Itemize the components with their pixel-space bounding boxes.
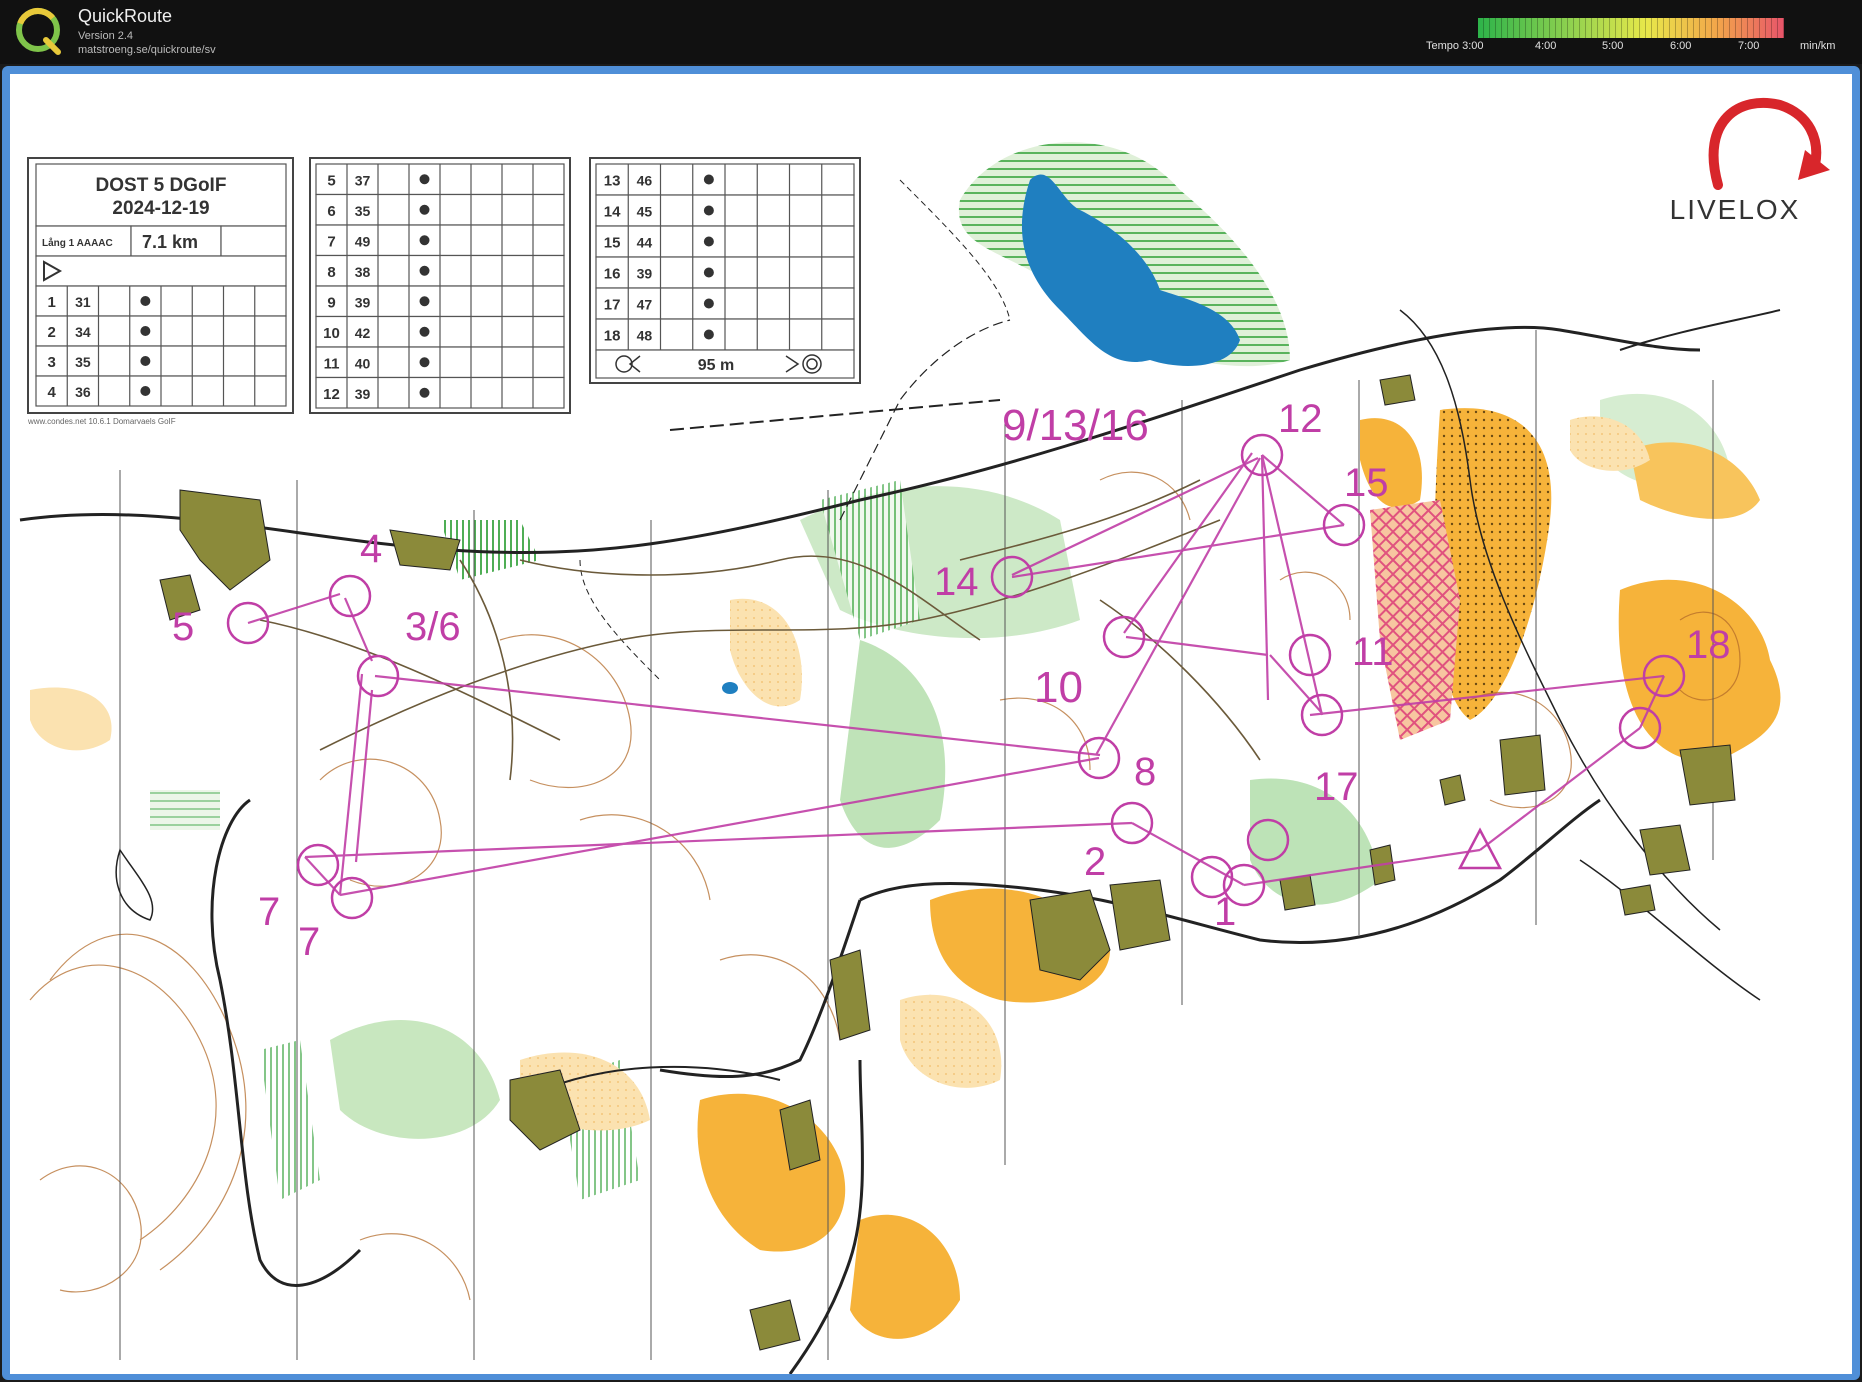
card-finish-distance: 95 m [698, 357, 734, 374]
card-control-number: 5 [327, 172, 335, 189]
card-control-number: 10 [323, 325, 340, 342]
control-label-10: 10 [1034, 663, 1083, 712]
card-control-number: 11 [324, 355, 340, 372]
pace-tick-label: 6:00 [1670, 40, 1692, 52]
control-label-11: 11 [1352, 630, 1394, 674]
card-control-code: 38 [355, 264, 371, 280]
card-feature-symbol-icon [140, 296, 151, 306]
card-feature-symbol-icon [703, 174, 714, 185]
card-feature-symbol-icon [419, 235, 430, 246]
card-control-code: 42 [355, 325, 371, 341]
card-feature-symbol-icon [703, 298, 714, 309]
control-label-15: 15 [1344, 461, 1389, 505]
pace-prefix-label: Tempo 3:00 [1426, 40, 1484, 52]
card-feature-symbol-icon [419, 326, 430, 337]
control-label-7: 7 [258, 890, 280, 934]
card-control-number: 2 [47, 324, 55, 341]
quickroute-logo-icon [16, 7, 61, 55]
card-control-code: 37 [355, 172, 371, 188]
card-control-number: 16 [604, 266, 621, 283]
control-label-8: 8 [1134, 750, 1156, 794]
card-control-number: 9 [327, 294, 335, 311]
control-label-1: 1 [1214, 890, 1236, 934]
app-header: QuickRoute Version 2.4 matstroeng.se/qui… [0, 0, 1862, 64]
card-feature-symbol-icon [419, 174, 430, 185]
control-label-9-13-16: 9/13/16 [1002, 401, 1149, 450]
card-control-number: 14 [604, 204, 621, 221]
pace-tick-label: 4:00 [1535, 40, 1557, 52]
card-control-number: 3 [47, 354, 55, 371]
pace-unit-label: min/km [1800, 40, 1836, 52]
card-control-number: 8 [327, 264, 335, 281]
card-date: 2024-12-19 [112, 198, 209, 219]
card-feature-symbol-icon [419, 357, 430, 368]
card-control-code: 35 [75, 354, 91, 370]
card-feature-symbol-icon [419, 296, 430, 307]
pace-tick-label: 5:00 [1602, 40, 1624, 52]
card-control-code: 48 [637, 328, 653, 344]
control-label-17: 17 [1314, 765, 1359, 809]
control-label-2: 2 [1084, 840, 1106, 884]
card-feature-symbol-icon [419, 387, 430, 398]
control-label-7-alt: 7 [298, 920, 320, 964]
card-feature-symbol-icon [140, 356, 151, 366]
card-control-number: 7 [327, 233, 335, 250]
app-version: Version 2.4 [78, 30, 134, 42]
card-feature-symbol-icon [140, 386, 151, 396]
card-feature-symbol-icon [703, 236, 714, 247]
card-control-number: 18 [604, 328, 621, 345]
card-control-number: 6 [327, 203, 335, 220]
control-label-18: 18 [1686, 623, 1731, 667]
card-feature-symbol-icon [703, 329, 714, 340]
card-col3-rows: 13 46 14 45 15 44 16 39 17 47 18 48 [595, 163, 855, 351]
control-label-14: 14 [934, 560, 979, 604]
card-control-code: 45 [637, 204, 653, 220]
card-control-code: 39 [355, 294, 371, 310]
card-title: DOST 5 DGoIF [96, 175, 227, 196]
card-feature-symbol-icon [703, 267, 714, 278]
card-feature-symbol-icon [703, 205, 714, 216]
card-control-code: 39 [637, 266, 653, 282]
control-label-5: 5 [172, 605, 194, 649]
pace-color-scale [1478, 18, 1784, 38]
control-label-4: 4 [360, 527, 382, 571]
card-control-code: 40 [355, 355, 371, 371]
card-col2-rows: 5 37 6 35 7 49 8 38 9 39 10 42 11 40 12 39 [315, 163, 565, 409]
card-control-code: 39 [355, 386, 371, 402]
control-descriptions: DOST 5 DGoIF 2024-12-19 Lång 1 AAAAC 7.1… [27, 157, 861, 426]
livelox-wordmark: LIVELOX [1670, 194, 1801, 225]
card-feature-symbol-icon [140, 326, 151, 336]
card-control-number: 12 [323, 386, 340, 403]
app-url[interactable]: matstroeng.se/quickroute/sv [78, 44, 216, 56]
card-control-code: 31 [75, 294, 91, 310]
orienteering-map[interactable]: LIVELOX 1 2 3/6 4 5 7 7 8 9/13/16 10 11 … [10, 74, 1852, 1374]
pace-tick-label: 7:00 [1738, 40, 1760, 52]
card-class: Lång 1 AAAAC [42, 237, 113, 249]
card-credit: www.condes.net 10.6.1 Domarvaels GoIF [27, 417, 176, 426]
card-feature-symbol-icon [419, 204, 430, 215]
livelox-logo: LIVELOX [1670, 97, 1830, 225]
card-length: 7.1 km [142, 232, 198, 252]
card-control-code: 36 [75, 384, 91, 400]
card-control-code: 47 [637, 297, 653, 313]
card-control-code: 34 [75, 324, 91, 340]
app-title: QuickRoute [78, 6, 173, 26]
card-control-code: 44 [637, 235, 653, 251]
card-control-number: 13 [604, 173, 621, 190]
card-control-number: 15 [604, 235, 621, 252]
card-control-number: 1 [47, 294, 55, 311]
card-col1-rows: 1 31 2 34 3 35 4 36 [35, 285, 287, 407]
card-control-number: 17 [604, 297, 621, 314]
card-control-code: 46 [637, 173, 653, 189]
card-control-number: 4 [47, 384, 56, 401]
control-label-3-6: 3/6 [405, 605, 461, 649]
card-control-code: 35 [355, 203, 371, 219]
card-feature-symbol-icon [419, 265, 430, 276]
card-control-code: 49 [355, 233, 371, 249]
control-label-12: 12 [1278, 397, 1323, 441]
